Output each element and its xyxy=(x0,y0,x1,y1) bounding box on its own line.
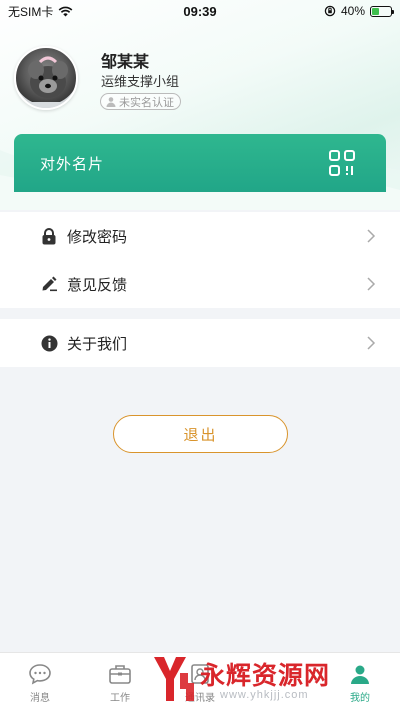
watermark-text: 永辉资源网 xyxy=(200,661,331,690)
menu-item-feedback[interactable]: 意见反馈 xyxy=(0,260,400,308)
status-bar: 无SIM卡 09:39 40% xyxy=(0,0,400,22)
carrier-text: 无SIM卡 xyxy=(8,4,54,19)
logout-button[interactable]: 退出 xyxy=(113,415,288,453)
chat-icon xyxy=(28,663,52,685)
orientation-lock-icon xyxy=(324,5,336,17)
battery-icon xyxy=(370,5,394,17)
info-icon xyxy=(40,334,58,352)
tab-messages[interactable]: 消息 xyxy=(0,653,80,710)
watermark-url: www.yhkjjj.com xyxy=(220,689,309,701)
user-group: 运维支撑小组 xyxy=(101,74,180,89)
menu-group-account: 修改密码 意见反馈 xyxy=(0,212,400,308)
person-badge-icon xyxy=(106,96,116,107)
briefcase-icon xyxy=(108,663,132,685)
chevron-right-icon xyxy=(367,336,376,350)
wifi-icon xyxy=(58,6,73,16)
menu-label: 关于我们 xyxy=(67,335,128,353)
battery-level xyxy=(372,7,380,15)
menu-item-about-us[interactable]: 关于我们 xyxy=(0,319,400,367)
watermark: 永辉资源网 www.yhkjjj.com xyxy=(150,653,395,708)
lock-icon xyxy=(40,227,58,245)
menu-label: 意见反馈 xyxy=(67,276,128,294)
qrcode-icon[interactable] xyxy=(328,149,356,177)
menu-item-change-password[interactable]: 修改密码 xyxy=(0,212,400,260)
menu-label: 修改密码 xyxy=(67,228,128,246)
watermark-logo xyxy=(154,657,194,701)
menu-group-about: 关于我们 xyxy=(0,319,400,367)
auth-status-badge[interactable]: 未实名认证 xyxy=(100,93,181,110)
auth-status-text: 未实名认证 xyxy=(119,96,174,109)
tab-label: 工作 xyxy=(110,693,130,704)
battery-percent: 40% xyxy=(340,4,365,18)
chevron-right-icon xyxy=(367,229,376,243)
tab-label: 消息 xyxy=(30,693,50,704)
tab-work[interactable]: 工作 xyxy=(80,653,160,710)
pen-feedback-icon xyxy=(40,275,58,293)
avatar[interactable] xyxy=(14,46,78,110)
user-name: 邹某某 xyxy=(101,54,150,71)
business-card-label: 对外名片 xyxy=(40,155,105,173)
chevron-right-icon xyxy=(367,277,376,291)
business-card-banner[interactable]: 对外名片 xyxy=(14,134,386,192)
